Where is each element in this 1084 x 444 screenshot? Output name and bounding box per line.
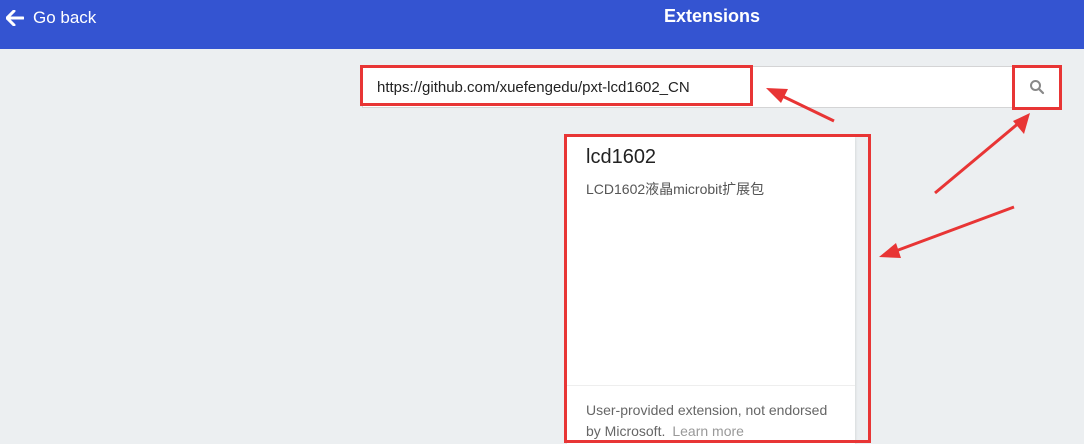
annotation-arrow — [934, 120, 1021, 195]
learn-more-link[interactable]: Learn more — [672, 423, 744, 439]
annotation-arrowhead — [879, 243, 901, 258]
go-back-button[interactable]: Go back — [6, 7, 96, 29]
top-bar: Go back Extensions — [0, 0, 1084, 49]
arrow-left-icon — [6, 10, 24, 26]
extension-card[interactable]: lcd1602 LCD1602液晶microbit扩展包 User-provid… — [567, 137, 855, 444]
search-input[interactable] — [363, 67, 1013, 107]
annotation-arrow — [892, 205, 1015, 254]
page-title: Extensions — [663, 6, 761, 26]
extension-name: lcd1602 — [586, 146, 657, 168]
annotation-arrowhead — [1013, 113, 1030, 134]
search-bar — [362, 66, 1062, 108]
go-back-label: Go back — [33, 8, 97, 27]
search-icon — [1030, 80, 1045, 95]
extension-description: LCD1602液晶microbit扩展包 — [586, 181, 765, 197]
extension-footer: User-provided extension, not endorsed by… — [567, 385, 855, 444]
search-button[interactable] — [1012, 67, 1061, 107]
